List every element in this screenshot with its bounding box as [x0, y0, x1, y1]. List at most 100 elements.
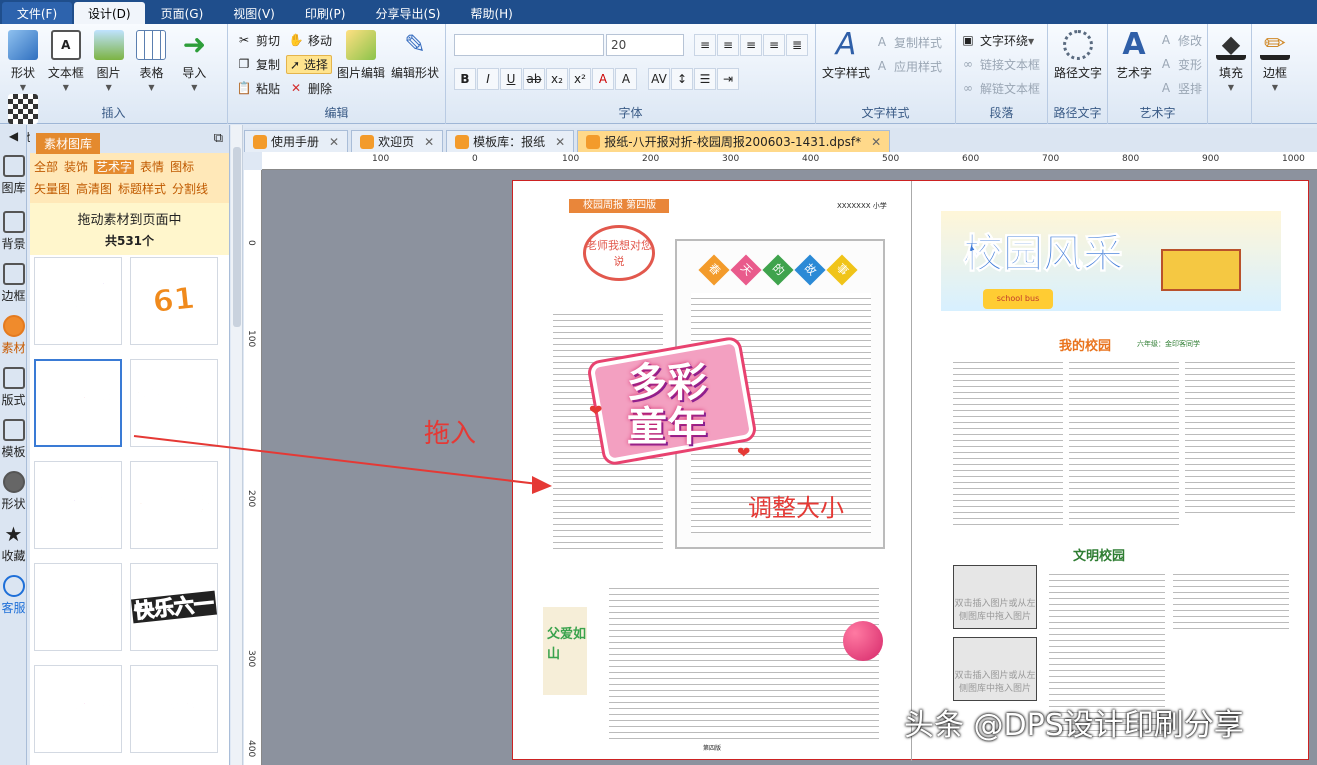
art-modify-button[interactable]: A 修改 [1158, 28, 1202, 52]
close-icon[interactable]: ✕ [329, 135, 339, 149]
art-sticker-selected[interactable]: 多彩童年 ❤ ❤ [587, 331, 777, 491]
unlink-textbox-button[interactable]: ∞ 解链文本框 [960, 76, 1040, 100]
side-item-background[interactable]: 背景 [0, 211, 27, 252]
thumb-art-text[interactable]: 缤纷童年 [34, 665, 122, 753]
thumb-art-text[interactable]: 童心未泯 [130, 461, 218, 549]
thumb-art-text[interactable]: 快乐六一 [130, 563, 218, 651]
side-item-layout[interactable]: 版式 [0, 367, 27, 408]
align-center-icon[interactable]: ≡ [717, 34, 739, 56]
thumb-art-text[interactable]: 儿童节快乐 [130, 665, 218, 753]
menu-share-export[interactable]: 分享导出(S) [361, 2, 454, 24]
side-item-favorites[interactable]: ★ 收藏 [0, 523, 27, 564]
picture-edit-button[interactable]: 图片编辑 [336, 28, 386, 81]
image-placeholder[interactable]: 双击插入图片或从左侧图库中拖入图片 [953, 637, 1037, 701]
category-icons[interactable]: 图标 [170, 160, 194, 174]
bold-icon[interactable]: B [454, 68, 476, 90]
side-item-service[interactable]: 客服 [0, 575, 27, 616]
superscript-icon[interactable]: x² [569, 68, 591, 90]
thumb-art-text[interactable]: 61 [130, 257, 218, 345]
menu-view[interactable]: 视图(V) [219, 2, 289, 24]
shape-button[interactable]: 形状 ▼ [4, 28, 42, 92]
close-icon[interactable]: ✕ [555, 135, 565, 149]
path-text-button[interactable]: 路径文字 [1052, 28, 1104, 81]
char-spacing-icon[interactable]: AV [648, 68, 670, 90]
subscript-icon[interactable]: x₂ [546, 68, 568, 90]
scrollbar-thumb[interactable] [233, 147, 241, 327]
table-button[interactable]: 表格 ▼ [132, 28, 170, 92]
grow-font-icon[interactable]: A [615, 68, 637, 90]
select-button[interactable]: ➚ 选择 [286, 54, 332, 74]
menu-help[interactable]: 帮助(H) [456, 2, 526, 24]
category-hd[interactable]: 高清图 [76, 182, 112, 196]
fill-button[interactable]: ◆ 填充 ▼ [1212, 28, 1250, 92]
category-divider[interactable]: 分割线 [172, 182, 208, 196]
side-item-shape[interactable]: 形状 [0, 471, 27, 512]
import-button[interactable]: ➜ 导入 ▼ [175, 28, 213, 93]
wrap-button[interactable]: ▣ 文字环绕 ▼ [960, 28, 1040, 52]
link-textbox-button[interactable]: ∞ 链接文本框 [960, 52, 1040, 76]
italic-icon[interactable]: I [477, 68, 499, 90]
image-placeholder[interactable]: 双击插入图片或从左侧图库中拖入图片 [953, 565, 1037, 629]
align-left-icon[interactable]: ≡ [694, 34, 716, 56]
tab-template-library[interactable]: 模板库：报纸 ✕ [446, 130, 575, 152]
art-transform-button[interactable]: A 变形 [1158, 52, 1202, 76]
indent-icon[interactable]: ⇥ [717, 68, 739, 90]
list-icon[interactable]: ☰ [694, 68, 716, 90]
category-art-text[interactable]: 艺术字 [94, 160, 135, 174]
strikethrough-icon[interactable]: ab [523, 68, 545, 90]
font-color-icon[interactable]: A [592, 68, 614, 90]
font-family-select[interactable] [454, 34, 604, 56]
canvas-workspace[interactable]: 校园周报 第四版 XXXXXXX 小学 老师我想对您说 春 天 的 故 事 多彩… [262, 170, 1317, 765]
paste-button[interactable]: 📋 粘贴 ✕ 删除 [236, 76, 336, 100]
bottom-text[interactable] [609, 583, 879, 743]
thumb-art-text[interactable]: 缤纷童年 快乐六一 [34, 563, 122, 651]
text-style-button[interactable]: A 文字样式 [822, 28, 870, 81]
textbox-button[interactable]: A 文本框 ▼ [47, 28, 85, 92]
menu-page[interactable]: 页面(G) [147, 2, 218, 24]
teacher-bubble[interactable]: 老师我想对您说 [583, 225, 655, 281]
tab-newspaper-file[interactable]: 报纸-八开报对折-校园周报200603-1431.dpsf* ✕ [577, 130, 891, 152]
underline-icon[interactable]: U [500, 68, 522, 90]
border-button[interactable]: ✏ 边框 ▼ [1256, 28, 1294, 92]
side-item-border[interactable]: 边框 [0, 263, 27, 304]
line-spacing-icon[interactable]: ↕ [671, 68, 693, 90]
menu-file[interactable]: 文件(F) [2, 2, 72, 24]
picture-button[interactable]: 图片 ▼ [90, 28, 128, 92]
right-col2[interactable] [1069, 357, 1179, 527]
side-item-gallery[interactable]: 图库 [0, 155, 27, 196]
align-right-icon[interactable]: ≡ [740, 34, 762, 56]
justify-icon[interactable]: ≡ [763, 34, 785, 56]
category-vector[interactable]: 矢量图 [34, 182, 70, 196]
side-item-template[interactable]: 模板 [0, 419, 27, 460]
newspaper-page[interactable]: 校园周报 第四版 XXXXXXX 小学 老师我想对您说 春 天 的 故 事 多彩… [512, 180, 1309, 761]
right-col1[interactable] [953, 357, 1063, 527]
category-title-style[interactable]: 标题样式 [118, 182, 166, 196]
popout-icon[interactable]: ⧉ [214, 131, 223, 146]
right-col3[interactable] [1185, 357, 1295, 517]
distribute-icon[interactable]: ≣ [786, 34, 808, 56]
thumb-art-text[interactable]: 儿童节 [34, 461, 122, 549]
font-size-select[interactable]: 20 [606, 34, 684, 56]
thumb-art-text-selected[interactable]: 多彩童年 [34, 359, 122, 447]
close-icon[interactable]: ✕ [424, 135, 434, 149]
art-vertical-button[interactable]: A 竖排 [1158, 76, 1202, 100]
thumb-art-text[interactable]: 快乐六一儿童节 [130, 359, 218, 447]
apply-style-button[interactable]: A 应用样式 [874, 54, 942, 78]
menu-print[interactable]: 印刷(P) [291, 2, 360, 24]
side-item-material[interactable]: 素材 [0, 315, 27, 356]
category-emoji[interactable]: 表情 [140, 160, 164, 174]
copy-style-button[interactable]: A 复制样式 [874, 30, 942, 54]
thumb-art-text[interactable]: 欢乐儿童节 [34, 257, 122, 345]
close-icon[interactable]: ✕ [871, 135, 881, 149]
panel-scrollbar[interactable] [231, 125, 243, 765]
category-all[interactable]: 全部 [34, 160, 58, 174]
menu-design[interactable]: 设计(D) [74, 2, 145, 24]
civil-col2[interactable] [1173, 569, 1289, 629]
category-decoration[interactable]: 装饰 [64, 160, 88, 174]
tab-welcome[interactable]: 欢迎页 ✕ [351, 130, 444, 152]
shape-edit-button[interactable]: ✎ 编辑形状 [390, 28, 440, 81]
collapse-icon[interactable]: ◀ [0, 129, 27, 143]
art-text-button[interactable]: A 艺术字 [1112, 28, 1156, 81]
cut-button[interactable]: ✂ 剪切 ✋ 移动 [236, 28, 336, 52]
tab-manual[interactable]: 使用手册 ✕ [244, 130, 349, 152]
